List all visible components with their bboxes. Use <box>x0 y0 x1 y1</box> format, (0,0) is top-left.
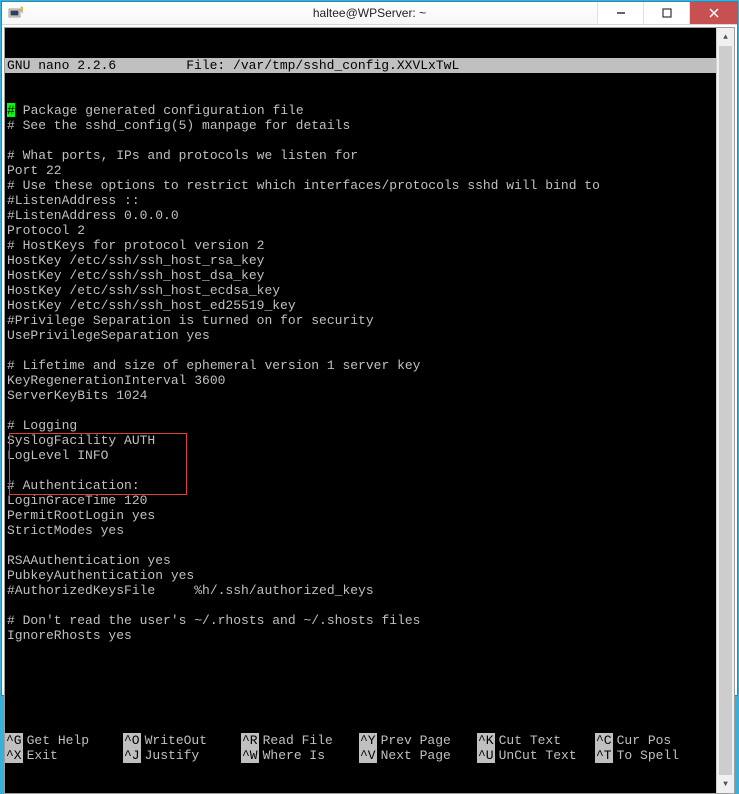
file-line[interactable]: RSAAuthentication yes <box>7 553 714 568</box>
menu-key: ^V <box>359 748 377 763</box>
menu-key: ^U <box>477 748 495 763</box>
menu-key: ^T <box>595 748 613 763</box>
file-line[interactable]: SyslogFacility AUTH <box>7 433 714 448</box>
menu-row-1: ^G Get Help ^O WriteOut ^R Read File ^Y Prev Pa… <box>5 733 716 748</box>
nano-header: GNU nano 2.2.6 File: /var/tmp/sshd_confi… <box>5 58 716 73</box>
menu-label: Cur Pos <box>617 733 680 748</box>
terminal-wrap: GNU nano 2.2.6 File: /var/tmp/sshd_confi… <box>4 27 735 794</box>
nano-menu: ^G Get Help ^O WriteOut ^R Read File ^Y Prev Pa… <box>5 733 716 763</box>
file-line[interactable]: # HostKeys for protocol version 2 <box>7 238 714 253</box>
menu-key: ^G <box>5 733 23 748</box>
menu-item[interactable]: ^R Read File <box>241 733 359 748</box>
menu-label: WriteOut <box>145 733 215 748</box>
file-line[interactable]: HostKey /etc/ssh/ssh_host_dsa_key <box>7 268 714 283</box>
maximize-button[interactable] <box>643 2 689 24</box>
file-line[interactable]: Protocol 2 <box>7 223 714 238</box>
file-line[interactable]: # Don't read the user's ~/.rhosts and ~/… <box>7 613 714 628</box>
menu-label: Where Is <box>263 748 333 763</box>
window-controls <box>597 2 737 24</box>
menu-key: ^C <box>595 733 613 748</box>
file-line[interactable]: LoginGraceTime 120 <box>7 493 714 508</box>
menu-key: ^R <box>241 733 259 748</box>
file-line[interactable]: # Authentication: <box>7 478 714 493</box>
file-line[interactable] <box>7 598 714 613</box>
file-line[interactable]: IgnoreRhosts yes <box>7 628 714 643</box>
putty-icon <box>8 5 24 21</box>
menu-key: ^X <box>5 748 23 763</box>
scroll-thumb[interactable] <box>719 46 732 775</box>
menu-label: Get Help <box>27 733 97 748</box>
menu-item[interactable]: ^W Where Is <box>241 748 359 763</box>
menu-item[interactable]: ^V Next Page <box>359 748 477 763</box>
file-line[interactable]: HostKey /etc/ssh/ssh_host_ed25519_key <box>7 298 714 313</box>
file-line[interactable]: # Use these options to restrict which in… <box>7 178 714 193</box>
file-line[interactable]: #ListenAddress 0.0.0.0 <box>7 208 714 223</box>
file-line[interactable] <box>7 343 714 358</box>
menu-label: Prev Page <box>381 733 459 748</box>
nano-version: GNU nano 2.2.6 <box>7 58 116 73</box>
file-line[interactable]: LogLevel INFO <box>7 448 714 463</box>
menu-key: ^O <box>123 733 141 748</box>
menu-item[interactable]: ^J Justify <box>123 748 241 763</box>
scroll-down-icon[interactable]: ▼ <box>717 775 734 793</box>
file-line[interactable] <box>7 133 714 148</box>
menu-label: UnCut Text <box>499 748 585 763</box>
menu-item[interactable]: ^T To Spell <box>595 748 713 763</box>
menu-key: ^W <box>241 748 259 763</box>
file-line[interactable]: PermitRootLogin yes <box>7 508 714 523</box>
file-line[interactable] <box>7 643 714 658</box>
file-line[interactable]: Port 22 <box>7 163 714 178</box>
menu-key: ^K <box>477 733 495 748</box>
menu-item[interactable]: ^X Exit <box>5 748 123 763</box>
file-line[interactable]: UsePrivilegeSeparation yes <box>7 328 714 343</box>
file-line[interactable]: KeyRegenerationInterval 3600 <box>7 373 714 388</box>
file-line[interactable]: HostKey /etc/ssh/ssh_host_ecdsa_key <box>7 283 714 298</box>
file-line[interactable]: StrictModes yes <box>7 523 714 538</box>
terminal-body[interactable]: # Package generated configuration file# … <box>5 103 716 658</box>
menu-item[interactable]: ^O WriteOut <box>123 733 241 748</box>
terminal-window: haltee@WPServer: ~ GNU nano 2.2.6 File: … <box>1 1 738 696</box>
terminal[interactable]: GNU nano 2.2.6 File: /var/tmp/sshd_confi… <box>5 28 716 793</box>
file-line[interactable]: # Logging <box>7 418 714 433</box>
menu-label: Justify <box>145 748 208 763</box>
menu-key: ^Y <box>359 733 377 748</box>
menu-label: Next Page <box>381 748 459 763</box>
menu-label: Cut Text <box>499 733 569 748</box>
file-line[interactable]: ServerKeyBits 1024 <box>7 388 714 403</box>
scrollbar[interactable]: ▲ ▼ <box>716 28 734 793</box>
menu-item[interactable]: ^G Get Help <box>5 733 123 748</box>
menu-item[interactable]: ^Y Prev Page <box>359 733 477 748</box>
file-line[interactable]: # What ports, IPs and protocols we liste… <box>7 148 714 163</box>
file-line[interactable]: # Lifetime and size of ephemeral version… <box>7 358 714 373</box>
scroll-up-icon[interactable]: ▲ <box>717 28 734 46</box>
file-line[interactable]: HostKey /etc/ssh/ssh_host_rsa_key <box>7 253 714 268</box>
file-line[interactable]: #AuthorizedKeysFile %h/.ssh/authorized_k… <box>7 583 714 598</box>
nano-file: File: /var/tmp/sshd_config.XXVLxTwL <box>186 58 459 73</box>
file-line[interactable]: #ListenAddress :: <box>7 193 714 208</box>
cursor: # <box>7 103 15 117</box>
file-line[interactable] <box>7 538 714 553</box>
file-line[interactable]: # See the sshd_config(5) manpage for det… <box>7 118 714 133</box>
titlebar[interactable]: haltee@WPServer: ~ <box>2 2 737 25</box>
file-line[interactable] <box>7 463 714 478</box>
file-line[interactable]: #Privilege Separation is turned on for s… <box>7 313 714 328</box>
menu-label: To Spell <box>617 748 687 763</box>
menu-row-2: ^X Exit ^J Justify ^W Where Is ^V Next Page ^U Un… <box>5 748 716 763</box>
file-line[interactable]: PubkeyAuthentication yes <box>7 568 714 583</box>
menu-label: Read File <box>263 733 341 748</box>
menu-item[interactable]: ^U UnCut Text <box>477 748 595 763</box>
window-title: haltee@WPServer: ~ <box>313 6 426 20</box>
menu-item[interactable]: ^C Cur Pos <box>595 733 713 748</box>
minimize-button[interactable] <box>597 2 643 24</box>
file-line[interactable]: # Package generated configuration file <box>7 103 714 118</box>
file-line[interactable] <box>7 403 714 418</box>
menu-label: Exit <box>27 748 66 763</box>
menu-key: ^J <box>123 748 141 763</box>
menu-item[interactable]: ^K Cut Text <box>477 733 595 748</box>
close-button[interactable] <box>689 2 737 24</box>
